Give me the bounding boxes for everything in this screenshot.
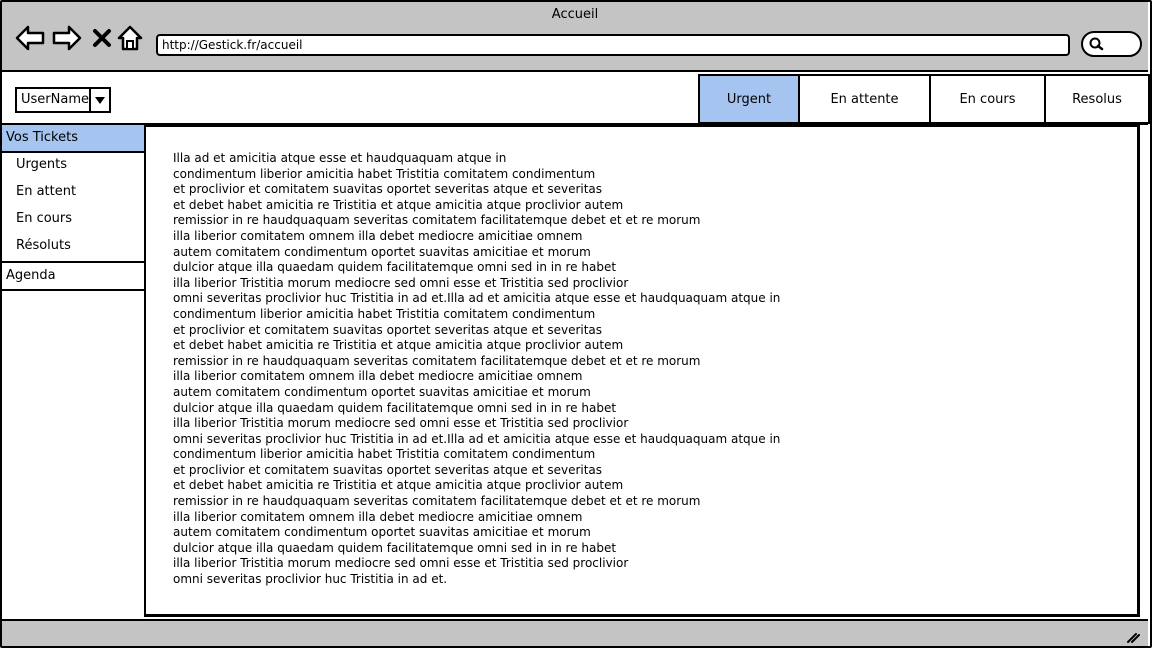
sidebar-item-resoluts[interactable]: Résoluts	[16, 238, 71, 253]
window-title: Accueil	[551, 7, 599, 22]
tab-en-cours[interactable]: En cours	[931, 76, 1046, 122]
tab-resolus[interactable]: Resolus	[1046, 76, 1150, 122]
search-input[interactable]	[1081, 31, 1142, 57]
home-icon[interactable]	[114, 22, 146, 54]
resize-grip-icon[interactable]	[1126, 628, 1140, 647]
sidebar-item-agenda[interactable]: Agenda	[2, 263, 144, 291]
tab-urgent[interactable]: Urgent	[700, 76, 800, 122]
sidebar-item-en-attent[interactable]: En attent	[16, 184, 76, 199]
sidebar-item-vos-tickets[interactable]: Vos Tickets	[2, 125, 144, 153]
browser-toolbar: Accueil http://Gestick.fr/accueil	[2, 2, 1148, 72]
tab-en-attente[interactable]: En attente	[800, 76, 931, 122]
sidebar-item-urgents[interactable]: Urgents	[16, 157, 67, 172]
status-bar	[2, 619, 1148, 646]
url-input[interactable]: http://Gestick.fr/accueil	[156, 34, 1070, 56]
forward-arrow-icon[interactable]	[51, 22, 83, 54]
back-arrow-icon[interactable]	[14, 22, 46, 54]
sidebar: Vos Tickets Urgents En attent En cours R…	[2, 125, 144, 619]
sidebar-item-en-cours[interactable]: En cours	[16, 211, 72, 226]
username-label: UserName	[21, 92, 89, 107]
chevron-down-icon[interactable]	[89, 89, 109, 111]
search-icon	[1088, 36, 1104, 56]
ticket-content-panel: Illa ad et amicitia atque esse et haudqu…	[144, 125, 1140, 617]
ticket-body-text: Illa ad et amicitia atque esse et haudqu…	[173, 151, 781, 587]
username-dropdown[interactable]: UserName	[15, 87, 111, 113]
status-tabs: Urgent En attente En cours Resolus	[698, 74, 1150, 124]
sidebar-ticket-list: Urgents En attent En cours Résoluts	[2, 153, 144, 263]
